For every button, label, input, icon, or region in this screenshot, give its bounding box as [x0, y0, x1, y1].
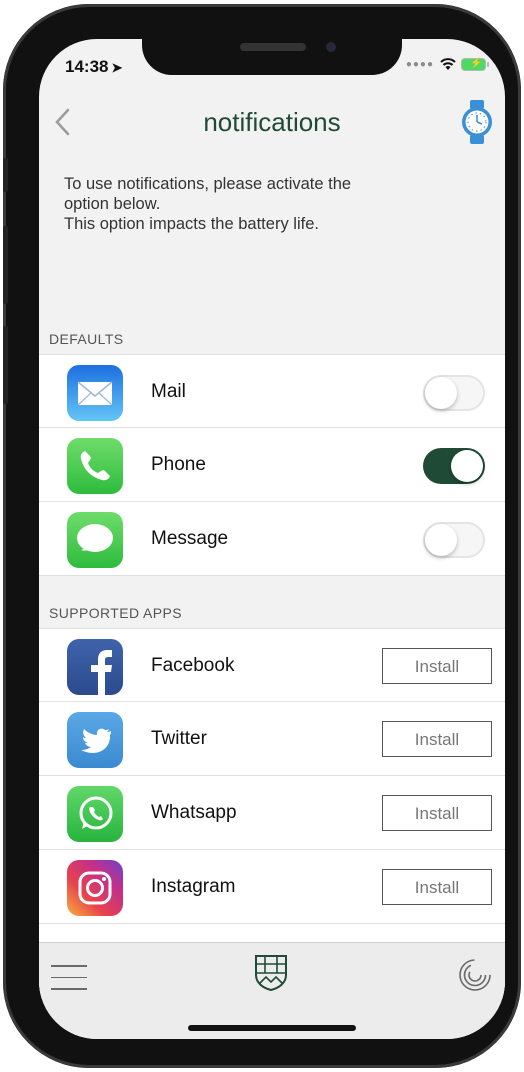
facebook-icon	[67, 639, 123, 695]
message-icon	[67, 512, 123, 568]
mute-switch	[3, 158, 8, 192]
signal-dots-icon: ●●●●	[405, 58, 434, 70]
phone-frame: 14:38 ➤ ●●●● ⚡ notifications To use noti…	[3, 4, 521, 1068]
message-toggle[interactable]	[423, 522, 485, 558]
twitter-icon	[67, 712, 123, 768]
watch-icon	[462, 100, 492, 144]
watch-button[interactable]	[459, 99, 495, 145]
instagram-icon	[67, 860, 123, 916]
screen: 14:38 ➤ ●●●● ⚡ notifications To use noti…	[39, 39, 505, 1039]
list-item-facebook: Facebook Install	[39, 628, 505, 702]
instagram-install-button[interactable]: Install	[382, 869, 492, 905]
list-item-message: Message	[39, 502, 505, 576]
info-text: To use notifications, please activate th…	[64, 174, 464, 234]
instagram-label: Instagram	[151, 876, 236, 897]
phone-label: Phone	[151, 454, 206, 475]
list-item-whatsapp: Whatsapp Install	[39, 776, 505, 850]
mail-icon	[67, 365, 123, 421]
defaults-header: DEFAULTS	[39, 323, 505, 353]
message-toggle-knob	[425, 524, 457, 556]
list-item-phone: Phone	[39, 428, 505, 502]
twitter-install-button[interactable]: Install	[382, 721, 492, 757]
front-camera	[326, 42, 336, 52]
whatsapp-icon	[67, 786, 123, 842]
status-time-text: 14:38	[65, 57, 109, 76]
nav-bar: notifications	[39, 99, 505, 145]
page-title: notifications	[203, 107, 341, 137]
battery-icon: ⚡	[462, 57, 489, 70]
home-indicator[interactable]	[188, 1025, 356, 1031]
location-arrow-icon: ➤	[111, 60, 123, 75]
phone-toggle[interactable]	[423, 448, 485, 484]
mail-toggle-knob	[425, 377, 457, 409]
charging-bolt-icon: ⚡	[470, 57, 483, 69]
supported-apps-header: SUPPORTED APPS	[39, 597, 505, 627]
volume-up-button	[3, 226, 8, 304]
status-indicators: ●●●● ⚡	[405, 57, 489, 71]
loader-icon[interactable]	[457, 957, 493, 993]
menu-icon[interactable]	[51, 965, 87, 991]
info-line-1: To use notifications, please activate th…	[64, 175, 352, 193]
facebook-install-button[interactable]: Install	[382, 648, 492, 684]
list-item-twitter: Twitter Install	[39, 702, 505, 776]
speaker	[240, 43, 306, 51]
list-item-mail: Mail	[39, 354, 505, 428]
defaults-header-label: DEFAULTS	[49, 331, 124, 347]
volume-down-button	[3, 326, 8, 404]
facebook-label: Facebook	[151, 655, 235, 676]
message-label: Message	[151, 528, 229, 549]
info-line-3: This option impacts the battery life.	[64, 215, 319, 233]
info-line-2: option below.	[64, 195, 161, 213]
phone-icon	[67, 438, 123, 494]
supported-apps-header-label: SUPPORTED APPS	[49, 605, 182, 621]
status-time: 14:38 ➤	[65, 57, 122, 77]
wifi-icon	[440, 58, 456, 70]
list-item-instagram: Instagram Install	[39, 850, 505, 924]
twitter-label: Twitter	[151, 728, 207, 749]
mail-label: Mail	[151, 381, 186, 402]
notch	[142, 39, 402, 75]
whatsapp-install-button[interactable]: Install	[382, 795, 492, 831]
phone-toggle-knob	[451, 450, 483, 482]
mail-toggle[interactable]	[423, 375, 485, 411]
brand-crest-icon[interactable]	[253, 953, 289, 991]
whatsapp-label: Whatsapp	[151, 802, 237, 823]
